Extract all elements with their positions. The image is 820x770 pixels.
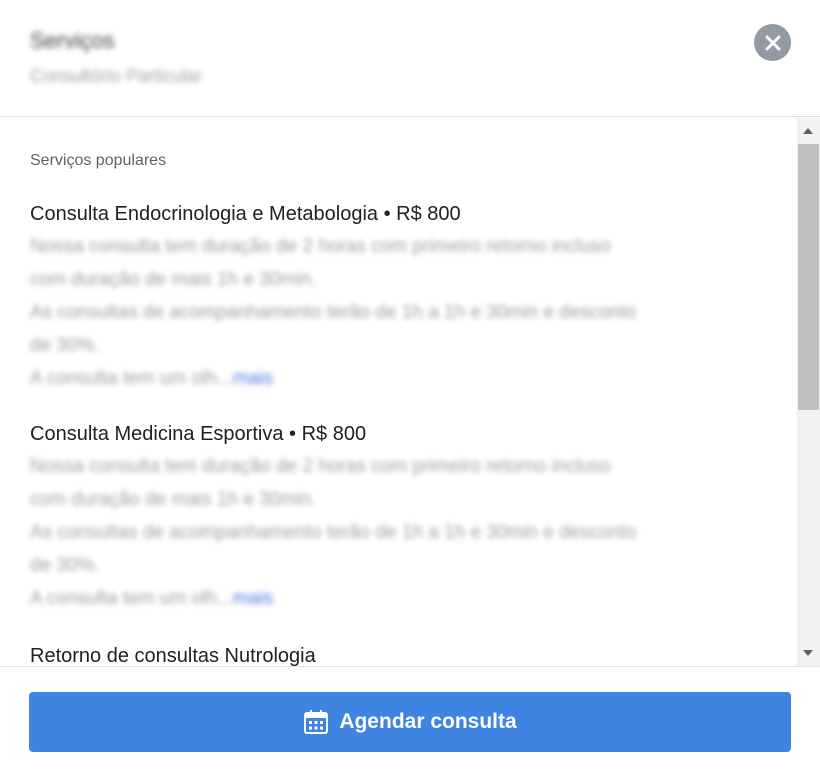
close-icon [765,35,780,50]
service-item: Consulta Endocrinologia e Metabologia • … [30,200,770,395]
description-line: de 30%. [30,335,100,356]
service-item: Consulta Medicina Esportiva • R$ 800 Nos… [30,420,770,615]
description-line: de 30%. [30,555,100,576]
dialog-header: Serviços Consultório Particular [0,0,820,117]
calendar-icon [303,709,329,735]
section-label: Serviços populares [30,152,167,169]
description-line: Nossa consulta tem duração de 2 horas co… [30,236,611,257]
service-description: Nossa consulta tem duração de 2 horas co… [30,450,770,615]
services-list[interactable]: Serviços populares Consulta Endocrinolog… [0,118,796,666]
service-description: Nossa consulta tem duração de 2 horas co… [30,230,770,395]
schedule-appointment-label: Agendar consulta [339,710,517,733]
description-line: A consulta tem um olh...mais [30,362,770,395]
scrollbar-thumb[interactable] [798,144,819,410]
more-link[interactable]: mais [233,588,273,609]
description-line: Nossa consulta tem duração de 2 horas co… [30,456,611,477]
description-line: As consultas de acompanhamento terão de … [30,522,637,543]
scrollbar[interactable] [797,118,820,666]
more-link[interactable]: mais [233,368,273,389]
service-name: Consulta Medicina Esportiva • R$ 800 [30,423,367,445]
close-button[interactable] [754,24,791,61]
service-name: Retorno de consultas Nutrologia [30,645,316,666]
description-line: com duração de mais 1h e 30min. [30,489,317,510]
description-truncated: A consulta tem um olh... [30,368,233,389]
dialog-subtitle: Consultório Particular [30,66,203,86]
schedule-appointment-button[interactable]: Agendar consulta [29,692,791,752]
description-truncated: A consulta tem um olh... [30,588,233,609]
description-line: com duração de mais 1h e 30min. [30,269,317,290]
description-line: As consultas de acompanhamento terão de … [30,302,637,323]
dialog-footer: Agendar consulta [0,666,820,770]
scroll-down-arrow[interactable] [803,650,813,656]
dialog-title: Serviços [30,28,115,53]
service-name: Consulta Endocrinologia e Metabologia • … [30,203,461,225]
service-item: Retorno de consultas Nutrologia [30,642,770,666]
description-line: A consulta tem um olh...mais [30,582,770,615]
scroll-up-arrow[interactable] [803,128,813,134]
